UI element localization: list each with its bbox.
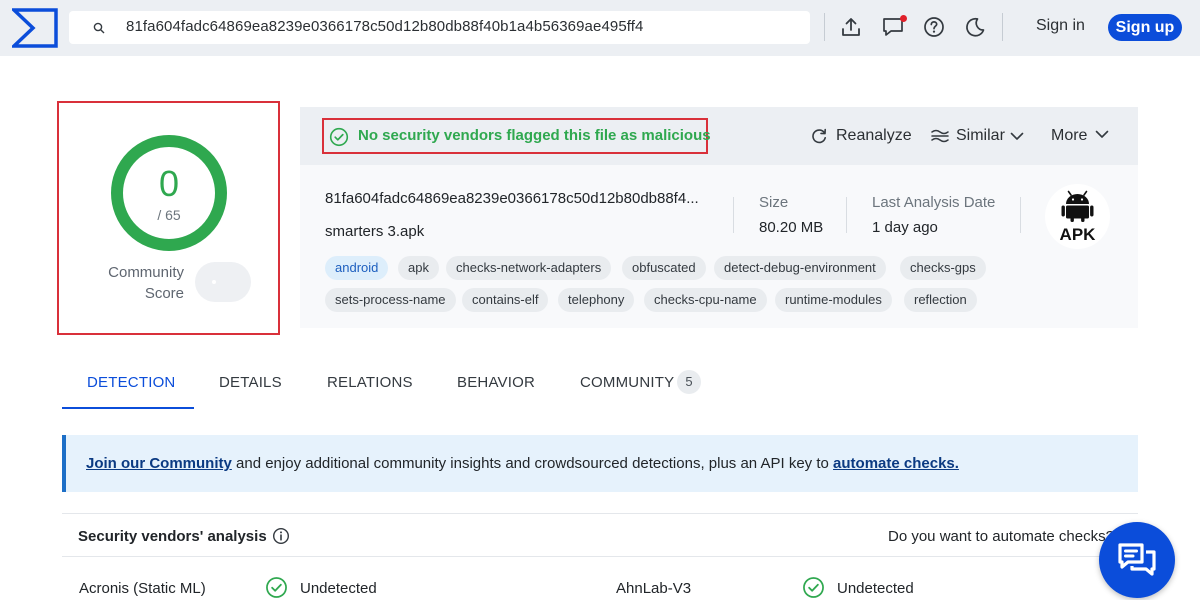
last-analysis-label: Last Analysis Date (872, 194, 996, 211)
banner-text: Join our Community and enjoy additional … (86, 455, 959, 472)
tag-telephony[interactable]: telephony (558, 288, 635, 312)
vendor-name: AhnLab-V3 (616, 580, 692, 597)
tab-detection[interactable]: DETECTION (87, 374, 175, 391)
tag-checks-gps[interactable]: checks-gps (900, 256, 986, 280)
search-icon (93, 22, 105, 34)
tag-sets-process-name[interactable]: sets-process-name (325, 288, 456, 312)
top-bar: 81fa604fadc64869ea8239e0366178c50d12b80d… (0, 0, 1200, 56)
info-icon[interactable] (272, 527, 290, 545)
tab-community[interactable]: COMMUNITY (580, 374, 674, 391)
automate-checks-prompt: Do you want to automate checks? (888, 528, 1114, 545)
support-chat-button[interactable] (1099, 522, 1175, 598)
community-vote-toggle[interactable] (195, 262, 251, 302)
tag-android[interactable]: android (325, 256, 389, 280)
file-hash[interactable]: 81fa604fadc64869ea8239e0366178c50d12b80d… (325, 190, 699, 207)
search-value: 81fa604fadc64869ea8239e0366178c50d12b80d… (126, 18, 644, 35)
check-circle-icon (265, 576, 288, 599)
check-circle-icon (802, 576, 825, 599)
tab-relations[interactable]: RELATIONS (327, 374, 413, 391)
active-tab-indicator (62, 407, 194, 409)
apk-file-type-icon: APK (1045, 184, 1110, 249)
chevron-down-icon[interactable] (1010, 132, 1024, 141)
more-button[interactable]: More (1051, 127, 1087, 145)
chevron-down-icon[interactable] (1095, 130, 1109, 139)
tag-checks-network-adapters[interactable]: checks-network-adapters (446, 256, 612, 280)
panel-header: No security vendors flagged this file as… (300, 107, 1138, 165)
tag-runtime-modules[interactable]: runtime-modules (775, 288, 892, 312)
file-summary-panel: No security vendors flagged this file as… (300, 107, 1138, 328)
sign-up-button[interactable]: Sign up (1108, 14, 1182, 41)
vendors-header: Security vendors' analysis Do you want t… (62, 513, 1138, 557)
sign-in-link[interactable]: Sign in (1036, 17, 1085, 35)
join-community-link[interactable]: Join our Community (86, 455, 232, 472)
search-input[interactable]: 81fa604fadc64869ea8239e0366178c50d12b80d… (69, 11, 810, 44)
tag-reflection[interactable]: reflection (904, 288, 977, 312)
community-banner: Join our Community and enjoy additional … (62, 435, 1138, 492)
tab-behavior[interactable]: BEHAVIOR (457, 374, 535, 391)
size-label: Size (759, 194, 789, 211)
tag-contains-elf[interactable]: contains-elf (462, 288, 549, 312)
vendor-result: Undetected (300, 580, 377, 597)
tag-detect-debug-environment[interactable]: detect-debug-environment (714, 256, 886, 280)
notification-dot-icon (900, 15, 907, 22)
check-circle-icon (329, 127, 349, 147)
tag-apk[interactable]: apk (398, 256, 439, 280)
file-name: smarters 3.apk (325, 223, 425, 240)
tab-details[interactable]: DETAILS (219, 374, 282, 391)
banner-body-text: and enjoy additional community insights … (231, 455, 834, 472)
divider (733, 197, 734, 233)
tag-checks-cpu-name[interactable]: checks-cpu-name (644, 288, 767, 312)
community-score-label: Community Score (108, 264, 184, 302)
vendors-title: Security vendors' analysis (78, 528, 267, 545)
verdict-banner: No security vendors flagged this file as… (322, 118, 711, 154)
last-analysis-value: 1 day ago (872, 219, 938, 236)
divider (1020, 197, 1021, 233)
similar-button[interactable]: Similar (956, 127, 1005, 145)
divider (846, 197, 847, 233)
automate-checks-link[interactable]: automate checks. (833, 455, 959, 472)
tag-obfuscated[interactable]: obfuscated (622, 256, 706, 280)
dark-mode-icon[interactable] (964, 16, 986, 38)
community-count-badge: 5 (677, 370, 701, 394)
community-score-card: 0 / 65 Community Score (57, 101, 280, 335)
detection-total: / 65 (157, 207, 181, 223)
similar-icon[interactable] (931, 129, 949, 143)
chat-bubbles-icon (1118, 543, 1156, 576)
vendor-result: Undetected (837, 580, 914, 597)
divider (824, 13, 825, 41)
upload-icon[interactable] (840, 16, 862, 38)
detection-score: 0 (158, 163, 180, 204)
size-value: 80.20 MB (759, 219, 824, 236)
virustotal-logo[interactable] (12, 8, 58, 48)
file-type-label: APK (1060, 225, 1097, 244)
vendor-name: Acronis (Static ML) (79, 580, 206, 597)
reanalyze-icon[interactable] (811, 128, 827, 144)
verdict-text: No security vendors flagged this file as… (358, 127, 711, 144)
reanalyze-button[interactable]: Reanalyze (836, 127, 912, 145)
help-icon[interactable] (923, 16, 945, 38)
divider (1002, 13, 1003, 41)
